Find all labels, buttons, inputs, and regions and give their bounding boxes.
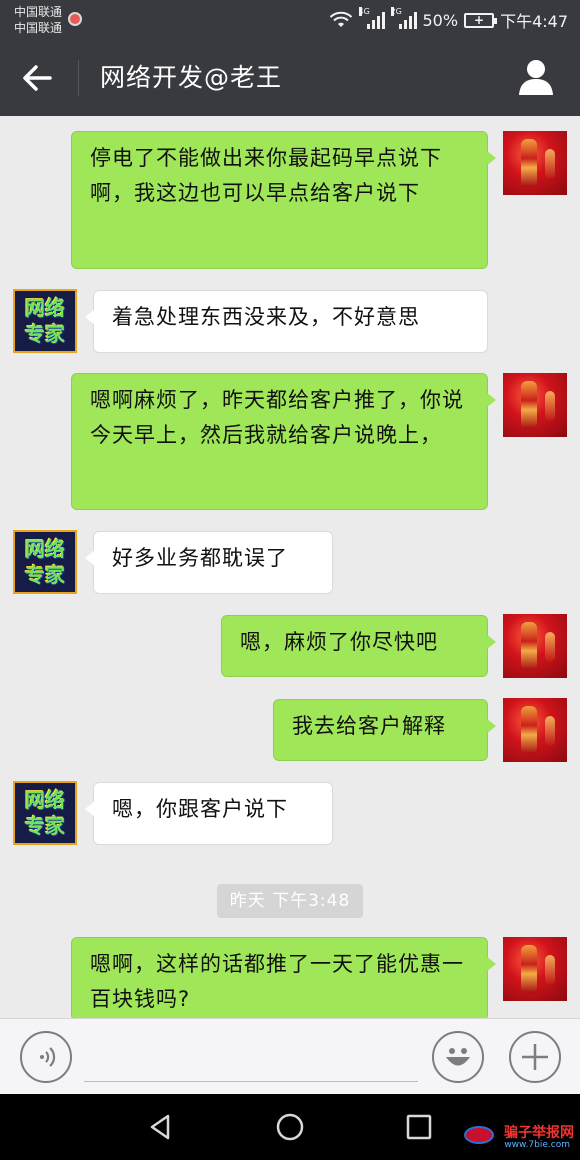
contact-avatar[interactable]: 网络 专家 [13, 289, 77, 353]
message-text: 嗯啊麻烦了，昨天都给客户推了，你说今天早上，然后我就给客户说晚上， [90, 388, 464, 447]
contact-avatar[interactable]: 网络 专家 [13, 781, 77, 845]
watermark-text: 骗子举报网 [504, 1125, 574, 1141]
input-bar [0, 1018, 580, 1094]
wifi-icon [329, 11, 352, 27]
message-bubble-in[interactable]: 着急处理东西没来及，不好意思 [85, 290, 488, 353]
carrier-names: 中国联通 中国联通 [14, 4, 62, 36]
nav-back-icon[interactable] [146, 1112, 176, 1142]
signal-icon-1: 4G [358, 7, 385, 29]
message-bubble-out[interactable]: 嗯啊麻烦了，昨天都给客户推了，你说今天早上，然后我就给客户说晚上， [71, 373, 496, 510]
avatar-text-1: 网络 [25, 537, 65, 561]
more-button[interactable] [509, 1031, 561, 1083]
carrier-2: 中国联通 [14, 21, 63, 35]
watermark-url: www.7bie.com [504, 1140, 570, 1150]
my-avatar[interactable] [503, 373, 567, 437]
chat-header: 网络开发@老王 [0, 40, 580, 116]
signal-icon-2: 2G [390, 7, 417, 29]
my-avatar[interactable] [503, 698, 567, 762]
watermark: 骗子举报网 www.7bie.com [464, 1122, 574, 1156]
battery-charging-icon: + [464, 12, 498, 28]
avatar-text-2: 专家 [25, 322, 65, 346]
message-text: 嗯，麻烦了你尽快吧 [240, 630, 438, 654]
message-text: 我去给客户解释 [292, 714, 446, 738]
avatar-text-1: 网络 [25, 296, 65, 320]
message-bubble-out[interactable]: 嗯啊，这样的话都推了一天了能优惠一百块钱吗? [71, 937, 496, 1021]
avatar-text-2: 专家 [25, 814, 65, 838]
notification-icon [68, 12, 82, 26]
plus-icon [522, 1044, 548, 1070]
carrier-1: 中国联通 [14, 5, 63, 19]
message-bubble-in[interactable]: 嗯，你跟客户说下 [85, 782, 333, 845]
system-nav-bar: 骗子举报网 www.7bie.com [0, 1094, 580, 1160]
message-text: 嗯啊，这样的话都推了一天了能优惠一百块钱吗? [90, 952, 464, 1011]
emoji-button[interactable] [432, 1031, 484, 1083]
my-avatar[interactable] [503, 937, 567, 1001]
message-bubble-in[interactable]: 好多业务都耽误了 [85, 531, 333, 594]
message-text: 停电了不能做出来你最起码早点说下啊，我这边也可以早点给客户说下 [90, 146, 442, 205]
voice-button[interactable] [20, 1031, 72, 1083]
nav-home-icon[interactable] [275, 1112, 305, 1142]
watermark-logo [464, 1126, 494, 1144]
message-text: 好多业务都耽误了 [112, 546, 288, 570]
message-input[interactable] [84, 1081, 418, 1082]
my-avatar[interactable] [503, 131, 567, 195]
status-time: 下午4:47 [500, 12, 568, 31]
header-divider [78, 60, 79, 96]
message-bubble-out[interactable]: 我去给客户解释 [273, 699, 496, 761]
person-icon[interactable] [518, 58, 554, 96]
emoji-icon [446, 1048, 470, 1066]
chat-title: 网络开发@老王 [100, 63, 283, 92]
avatar-text-2: 专家 [25, 563, 65, 587]
contact-avatar[interactable]: 网络 专家 [13, 530, 77, 594]
my-avatar[interactable] [503, 614, 567, 678]
status-indicators: 4G 2G 50% + 下午4:47 [329, 7, 568, 31]
nav-recents-icon[interactable] [404, 1112, 434, 1142]
voice-icon [40, 1047, 56, 1067]
message-text: 着急处理东西没来及，不好意思 [112, 305, 420, 329]
back-arrow-icon[interactable] [20, 60, 60, 96]
status-bar: 中国联通 中国联通 4G 2G 50% + 下午4:47 [0, 0, 580, 40]
message-bubble-out[interactable]: 嗯，麻烦了你尽快吧 [221, 615, 496, 677]
message-timestamp: 昨天 下午3:48 [217, 884, 363, 918]
net-type-1: 4G [358, 7, 370, 16]
message-text: 嗯，你跟客户说下 [112, 797, 288, 821]
avatar-text-1: 网络 [25, 788, 65, 812]
message-bubble-out[interactable]: 停电了不能做出来你最起码早点说下啊，我这边也可以早点给客户说下 [71, 131, 496, 269]
net-type-2: 2G [390, 7, 402, 16]
battery-percent: 50% [422, 10, 459, 30]
